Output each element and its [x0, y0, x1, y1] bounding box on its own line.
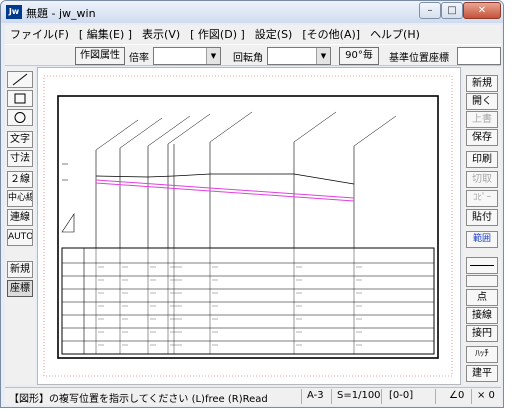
copy-button[interactable]: ｺﾋﾟｰ [466, 190, 498, 207]
print-button[interactable]: 印刷 [466, 151, 498, 168]
angle-indicator[interactable]: ∠0 [449, 390, 464, 401]
right-toolbar: 新規 開く 上書 保存 印刷 切取 ｺﾋﾟｰ 貼付 範囲 点 接線 接円 ﾊｯﾁ… [463, 67, 501, 385]
coordinate-button[interactable]: 座標 [7, 280, 33, 297]
centerline-tool-button[interactable]: 中心線 [7, 190, 33, 207]
auto-mode-button[interactable]: AUTO [7, 229, 33, 246]
continuous-line-tool-button[interactable]: 連線 [7, 209, 33, 226]
print-area-border [43, 75, 453, 377]
elevation-button[interactable]: 建平 [466, 365, 498, 382]
menu-view[interactable]: 表示(V) [137, 26, 185, 42]
planned-line-lower [95, 182, 355, 202]
scale-label: 倍率 [129, 53, 149, 64]
rectangle-tool-button[interactable] [7, 90, 33, 107]
rectangle-icon [14, 93, 26, 104]
menu-other[interactable]: [その他(A)] [297, 26, 365, 42]
range-button[interactable]: 範囲 [466, 231, 498, 248]
scale-combo[interactable]: ▼ [153, 47, 221, 65]
dimension-tool-button[interactable]: 寸法 [7, 150, 33, 167]
menu-edit[interactable]: [ 編集(E) ] [74, 26, 137, 42]
line-tool-button[interactable] [7, 71, 33, 88]
app-icon: Jw [6, 5, 22, 19]
drawing-area [43, 75, 453, 377]
close-button[interactable]: ✕ [463, 2, 501, 19]
zoom-indicator[interactable]: × 0 [477, 390, 495, 401]
circle-tool-button[interactable] [7, 109, 33, 126]
window-title: 無題 - jw_win [26, 7, 96, 20]
menu-settings[interactable]: 設定(S) [250, 26, 298, 42]
base-position-input[interactable] [457, 47, 501, 65]
open-file-button[interactable]: 開く [466, 93, 498, 110]
draw-attribute-button[interactable]: 作図属性 [75, 47, 125, 65]
minimize-button[interactable]: – [419, 2, 441, 19]
paste-button[interactable]: 貼付 [466, 209, 498, 226]
scale-indicator[interactable]: S=1/100 [337, 390, 381, 401]
text-tool-button[interactable]: 文字 [7, 131, 33, 148]
menu-help[interactable]: ヘルプ(H) [365, 26, 425, 42]
title-bar[interactable]: Jw 無題 - jw_win – □ ✕ [1, 1, 503, 23]
line-color-button[interactable] [466, 275, 498, 287]
menu-draw[interactable]: [ 作図(D) ] [185, 26, 250, 42]
line-icon [12, 73, 28, 86]
line-type-button[interactable] [466, 257, 498, 274]
solid-line-icon [470, 265, 494, 266]
status-message: 【図形】の複写位置を指示してください (L)free (R)Read [9, 394, 268, 405]
circle-icon [14, 112, 26, 123]
status-bar: 【図形】の複写位置を指示してください (L)free (R)Read A-3 S… [5, 387, 501, 405]
tangent-circle-button[interactable]: 接円 [466, 325, 498, 342]
left-toolbar: 文字 寸法 ２線 中心線 連線 AUTO 新規 座標 [5, 67, 35, 385]
rotation-combo[interactable]: ▼ [267, 47, 331, 65]
menu-file[interactable]: ファイル(F) [5, 26, 74, 42]
sheet-frame [57, 95, 439, 359]
double-line-tool-button[interactable]: ２線 [7, 171, 33, 188]
layer-indicator[interactable]: [0-0] [389, 390, 413, 401]
hatch-button[interactable]: ﾊｯﾁ [466, 346, 498, 363]
new-file-button[interactable]: 新規 [466, 75, 498, 92]
profile-drawing [61, 111, 397, 248]
save-button[interactable]: 保存 [466, 129, 498, 146]
property-toolbar: 作図属性 倍率 ▼ 回転角 ▼ 90°毎 基準位置座標 [5, 44, 501, 66]
scale-triangle [61, 213, 75, 233]
base-position-label: 基準位置座標 [389, 53, 449, 64]
new-left-button[interactable]: 新規 [7, 261, 33, 278]
planned-line-upper [95, 179, 355, 199]
point-button[interactable]: 点 [466, 289, 498, 306]
rotation-label: 回転角 [233, 53, 263, 64]
overwrite-button[interactable]: 上書 [466, 111, 498, 128]
paper-size[interactable]: A-3 [307, 390, 324, 401]
drawing-canvas[interactable] [37, 67, 461, 385]
app-window: Jw 無題 - jw_win – □ ✕ ファイル(F) [ 編集(E) ] 表… [0, 0, 504, 408]
rotate-90-button[interactable]: 90°毎 [339, 47, 379, 65]
tangent-button[interactable]: 接線 [466, 307, 498, 324]
menu-bar: ファイル(F) [ 編集(E) ] 表示(V) [ 作図(D) ] 設定(S) … [5, 25, 501, 43]
profile-data-table [61, 247, 435, 355]
chevron-down-icon[interactable]: ▼ [206, 48, 220, 64]
maximize-button[interactable]: □ [441, 2, 463, 19]
chevron-down-icon[interactable]: ▼ [316, 48, 330, 64]
cut-button[interactable]: 切取 [466, 171, 498, 188]
